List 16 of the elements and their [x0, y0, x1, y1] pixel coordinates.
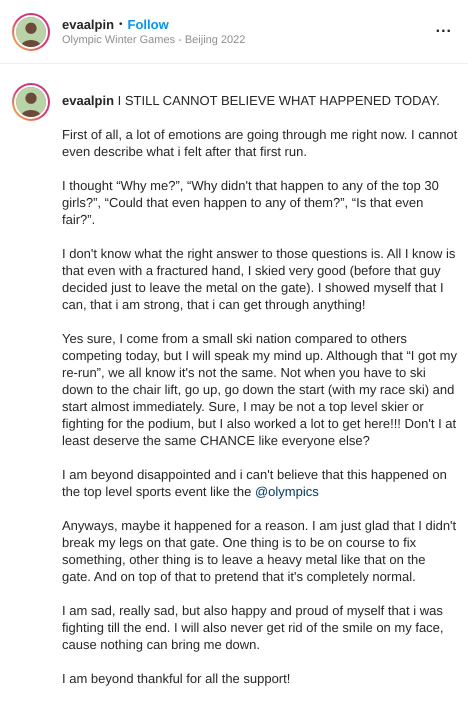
caption-paragraph: Anyways, maybe it happened for a reason. I am just glad that I didn't break my legs on that gate. One thing is to be on course to fix something, other thing is to leave a heavy metal like that on the gate. And on top of that to pretend that it's completely normal.	[62, 517, 458, 585]
separator-dot: •	[119, 19, 123, 30]
caption-paragraph: First of all, a lot of emotions are going through me right now. I cannot even describe what i felt after that first run.	[62, 126, 458, 160]
avatar[interactable]	[12, 12, 50, 50]
caption-paragraph: I don't know what the right answer to those questions is. All I know is that even with a fractured hand, I skied very good (before that guy decided just to leave the metal on the gate). I showed myself that I can, that i am strong, that i can get through anything!	[62, 245, 456, 313]
caption-paragraph: I am sad, really sad, but also happy and proud of myself that i was fighting till the end. I will also never get rid of the smile on my face, cause nothing can bring me down.	[62, 602, 445, 653]
username[interactable]: evaalpin	[62, 17, 114, 32]
caption-text: evaalpin I STILL CANNOT BELIEVE WHAT HAPPENED TODAY.	[62, 92, 441, 109]
avatar[interactable]	[12, 83, 50, 121]
caption-paragraph: Yes sure, I come from a small ski nation compared to others competing today, but I will speak my mind up. Although that “I got my re-run”, we all know it's not the same. Not when you have to ski down to the chair lift, go up, go down the start (with my race ski) and start almost immediately. Sure, I may be not a top level skier or fighting for the podium, but I also worked a lot to get here!!! Don't I at least deserve the same CHANCE like everyone else?	[62, 330, 458, 449]
more-options-button[interactable]: ...	[434, 18, 454, 44]
caption-paragraph: I thought “Why me?”, “Why didn't that happen to any of the top 30 girls?”, “Could that even happen to any of them?”, “Is that even fair?”.	[62, 177, 440, 228]
username-link[interactable]: evaalpin	[62, 93, 114, 108]
mention-link[interactable]: @olympics	[254, 484, 319, 499]
caption-paragraph: I am beyond thankful for all the support!	[62, 670, 292, 687]
caption-paragraph: I am beyond disappointed and i can't believe that this happened on the top level sports event like the @olympics	[62, 466, 448, 500]
